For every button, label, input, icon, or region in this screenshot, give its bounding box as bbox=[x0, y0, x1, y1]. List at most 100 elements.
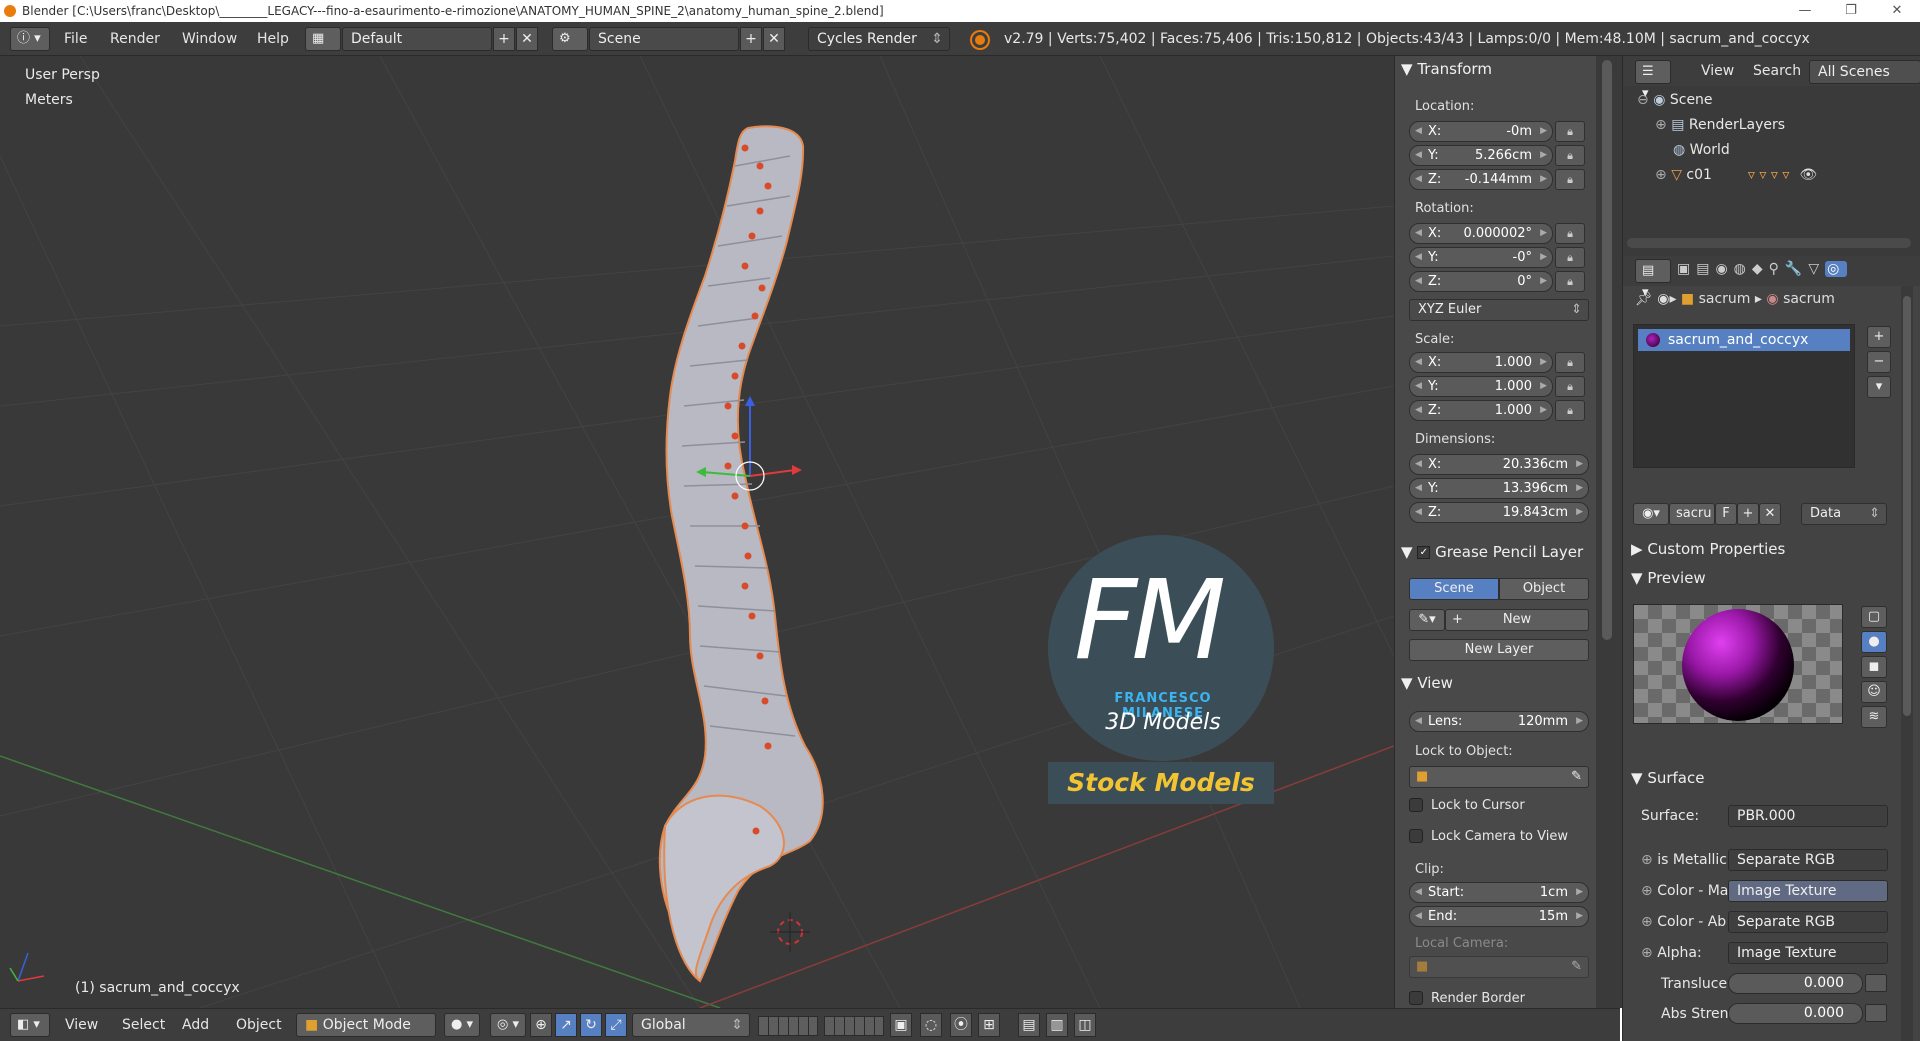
opengl-anim-icon[interactable]: ▥ bbox=[1046, 1013, 1068, 1037]
menu-window[interactable]: Window bbox=[182, 27, 237, 51]
scale-y-field[interactable]: ◀ Y: 1.000 ▶ bbox=[1409, 376, 1553, 397]
lock-rotation-y-icon[interactable]: 🔒︎ bbox=[1555, 247, 1585, 268]
menu-help[interactable]: Help bbox=[257, 27, 289, 51]
new-layer-button[interactable]: New Layer bbox=[1409, 639, 1589, 661]
lock-location-z-icon[interactable]: 🔒︎ bbox=[1555, 169, 1585, 190]
opengl-render-icon[interactable]: ▤ bbox=[1018, 1013, 1040, 1037]
npanel-scrollbar[interactable] bbox=[1602, 60, 1612, 640]
menu-add[interactable]: Add bbox=[182, 1013, 209, 1037]
clip-end-field[interactable]: ◀ End: 15m ▶ bbox=[1409, 906, 1589, 927]
outliner-item-c01[interactable]: ⊕ ▽ c01 ▿ ▿ ▿ ▿ 👁︎ bbox=[1655, 167, 1817, 183]
translucency-link-icon[interactable] bbox=[1865, 974, 1887, 992]
dimensions-z-field[interactable]: ◀ Z: 19.843cm ▶ bbox=[1409, 502, 1589, 523]
menu-view[interactable]: View bbox=[65, 1013, 98, 1037]
surface-shader-dropdown[interactable]: PBR.000 bbox=[1728, 805, 1888, 827]
menu-object[interactable]: Object bbox=[236, 1013, 282, 1037]
grease-pencil-panel-header[interactable]: ▼ ✓ Grease Pencil Layer bbox=[1401, 541, 1583, 563]
lock-object-field[interactable]: ■ ✎ bbox=[1409, 766, 1589, 788]
preview-flat-icon[interactable]: ▢ bbox=[1861, 606, 1887, 628]
abs-strength-slider[interactable]: 0.000 bbox=[1728, 1003, 1863, 1024]
grease-pencil-scene-tab[interactable]: Scene bbox=[1409, 578, 1499, 600]
outliner-scrollbar[interactable] bbox=[1627, 238, 1911, 248]
layers-grid-2[interactable] bbox=[824, 1016, 884, 1036]
view-panel-header[interactable]: ▼ View bbox=[1401, 672, 1453, 694]
menu-select[interactable]: Select bbox=[122, 1013, 165, 1037]
snap-toggle-icon[interactable]: ⦿ bbox=[950, 1013, 972, 1037]
outliner-menu-view[interactable]: View bbox=[1701, 59, 1734, 83]
render-border-checkbox[interactable] bbox=[1409, 991, 1423, 1005]
new-material-icon[interactable]: + bbox=[1737, 503, 1759, 525]
add-scene-icon[interactable]: + bbox=[740, 27, 762, 51]
lock-rotation-z-icon[interactable]: 🔒︎ bbox=[1555, 271, 1585, 292]
add-layout-icon[interactable]: + bbox=[493, 27, 515, 51]
scale-x-field[interactable]: ◀ X: 1.000 ▶ bbox=[1409, 352, 1553, 373]
lock-location-x-icon[interactable]: 🔒︎ bbox=[1555, 121, 1585, 142]
translucency-slider[interactable]: 0.000 bbox=[1728, 973, 1863, 994]
preview-sphere-icon[interactable]: ● bbox=[1861, 631, 1887, 653]
slot-specials-icon[interactable]: ▾ bbox=[1867, 376, 1891, 398]
outliner-item-scene[interactable]: ⊖ ◉ Scene bbox=[1637, 92, 1713, 108]
abs-strength-link-icon[interactable] bbox=[1865, 1004, 1887, 1022]
dimensions-x-field[interactable]: ◀ X: 20.336cm ▶ bbox=[1409, 454, 1589, 475]
shading-mode-icon[interactable]: ● ▾ bbox=[444, 1013, 480, 1037]
dimensions-y-field[interactable]: ◀ Y: 13.396cm ▶ bbox=[1409, 478, 1589, 499]
location-z-field[interactable]: ◀ Z: -0.144mm ▶ bbox=[1409, 169, 1553, 190]
scale-manipulator-icon[interactable]: ⤢ bbox=[605, 1013, 627, 1037]
rotation-x-field[interactable]: ◀ X: 0.000002° ▶ bbox=[1409, 223, 1553, 244]
camera-render-icon[interactable]: ◫ bbox=[1074, 1013, 1096, 1037]
preview-header[interactable]: ▼ Preview bbox=[1631, 569, 1706, 587]
fake-user-button[interactable]: F bbox=[1715, 503, 1737, 525]
visibility-eye-icon[interactable]: 👁︎ bbox=[1799, 167, 1817, 183]
location-y-field[interactable]: ◀ Y: 5.266cm ▶ bbox=[1409, 145, 1553, 166]
layer-lock-icon[interactable]: ▣ bbox=[890, 1013, 912, 1037]
layers-grid-1[interactable] bbox=[758, 1016, 818, 1036]
lock-scale-y-icon[interactable]: 🔒︎ bbox=[1555, 376, 1585, 397]
lock-camera-checkbox[interactable] bbox=[1409, 829, 1423, 843]
screen-layout-field[interactable]: Default bbox=[342, 27, 492, 51]
screen-layout-icon[interactable]: ▦ ▾ bbox=[305, 27, 341, 68]
close-button[interactable]: ✕ bbox=[1874, 0, 1920, 22]
3d-viewport[interactable]: User Persp Meters (1) sacrum_and_coccyx … bbox=[0, 56, 1394, 1008]
scale-z-field[interactable]: ◀ Z: 1.000 ▶ bbox=[1409, 400, 1553, 421]
maximize-button[interactable]: ❐ bbox=[1828, 0, 1874, 22]
scene-field[interactable]: Scene bbox=[589, 27, 739, 51]
clip-start-field[interactable]: ◀ Start: 1cm ▶ bbox=[1409, 882, 1589, 903]
editor-type-outliner-icon[interactable]: ☰ ▾ bbox=[1635, 60, 1671, 101]
outliner-menu-search[interactable]: Search bbox=[1753, 59, 1801, 83]
grease-pencil-object-tab[interactable]: Object bbox=[1499, 578, 1589, 600]
grease-pencil-checkbox[interactable]: ✓ bbox=[1417, 546, 1431, 559]
orientation-dropdown[interactable]: Global ⇕ bbox=[632, 1013, 750, 1037]
mode-dropdown[interactable]: ■ Object Mode bbox=[296, 1013, 436, 1037]
add-slot-button[interactable]: + bbox=[1867, 326, 1891, 348]
render-engine-dropdown[interactable]: Cycles Render ⇕ bbox=[808, 27, 950, 51]
alpha-dropdown[interactable]: Image Texture bbox=[1728, 942, 1888, 964]
3d-cursor-icon[interactable] bbox=[770, 912, 810, 952]
lock-location-y-icon[interactable]: 🔒︎ bbox=[1555, 145, 1585, 166]
remove-layout-icon[interactable]: ✕ bbox=[516, 27, 538, 51]
is-metallic-dropdown[interactable]: Separate RGB bbox=[1728, 849, 1888, 871]
pencil-icon[interactable]: ✎▾ bbox=[1409, 609, 1445, 631]
snap-element-icon[interactable]: ⊞ bbox=[978, 1013, 1000, 1037]
lock-scale-x-icon[interactable]: 🔒︎ bbox=[1555, 352, 1585, 373]
preview-hair-icon[interactable]: ≋ bbox=[1861, 706, 1887, 728]
rotation-y-field[interactable]: ◀ Y: -0° ▶ bbox=[1409, 247, 1553, 268]
properties-context-tabs[interactable]: ▣▤◉◍◆⚲🔧▽ ◎ bbox=[1677, 261, 1848, 277]
material-browse-icon[interactable]: ◉▾ bbox=[1633, 503, 1669, 525]
link-dropdown[interactable]: Data ⇕ bbox=[1801, 503, 1887, 525]
unlink-material-icon[interactable]: ✕ bbox=[1759, 503, 1781, 525]
color-ma-dropdown[interactable]: Image Texture bbox=[1728, 880, 1888, 902]
spine-model[interactable] bbox=[658, 125, 824, 983]
properties-scrollbar[interactable] bbox=[1903, 296, 1911, 716]
location-x-field[interactable]: ◀ X: -0m ▶ bbox=[1409, 121, 1553, 142]
lock-scale-z-icon[interactable]: 🔒︎ bbox=[1555, 400, 1585, 421]
remove-scene-icon[interactable]: ✕ bbox=[763, 27, 785, 51]
lock-rotation-x-icon[interactable]: 🔒︎ bbox=[1555, 223, 1585, 244]
menu-render[interactable]: Render bbox=[110, 27, 160, 51]
outliner-item-world[interactable]: ◍ World bbox=[1673, 142, 1730, 158]
material-name-field[interactable]: sacru bbox=[1669, 503, 1715, 525]
rotate-manipulator-icon[interactable]: ↻ bbox=[580, 1013, 602, 1037]
rotation-z-field[interactable]: ◀ Z: 0° ▶ bbox=[1409, 271, 1553, 292]
preview-monkey-icon[interactable]: ☺ bbox=[1861, 681, 1887, 703]
lens-field[interactable]: ◀ Lens: 120mm ▶ bbox=[1409, 711, 1589, 732]
outliner-item-renderlayers[interactable]: ⊕ ▤ RenderLayers bbox=[1655, 117, 1785, 133]
